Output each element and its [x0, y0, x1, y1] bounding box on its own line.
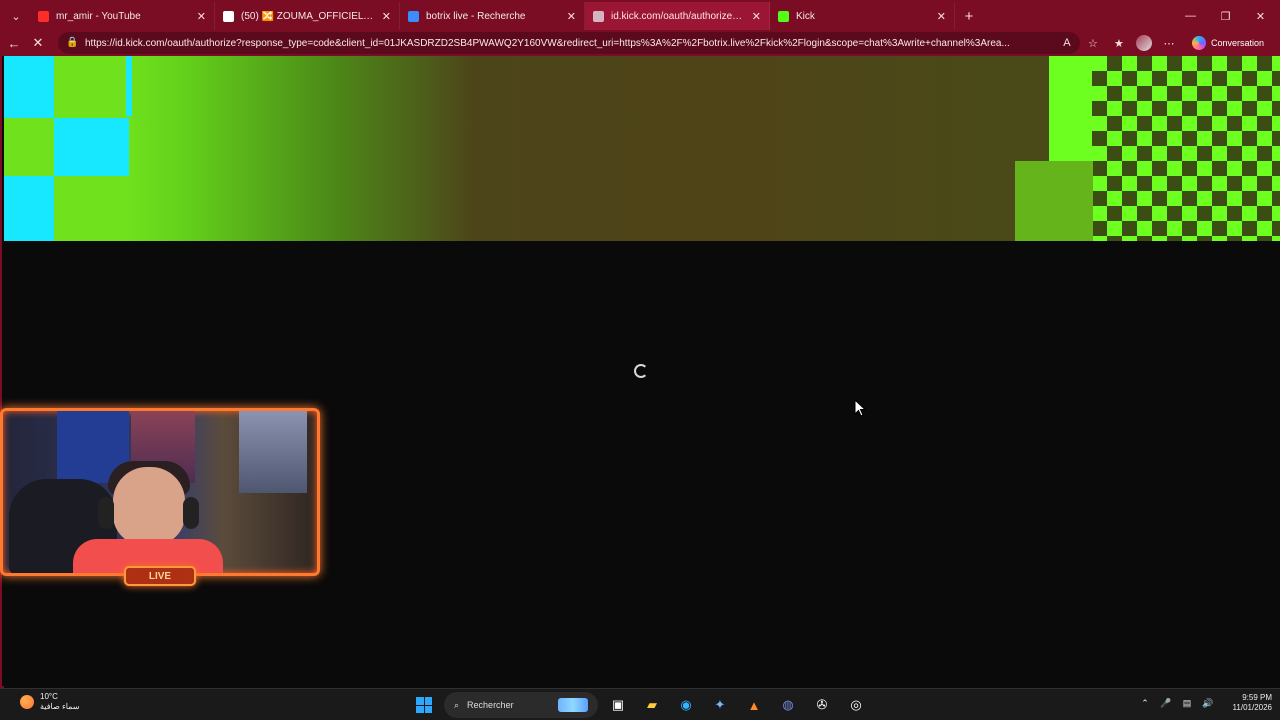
weather-widget[interactable]: 10°C سماء صافية	[20, 692, 80, 712]
tab-title: botrix live - Recherche	[426, 10, 526, 22]
tab-kick[interactable]: Kick ✕	[770, 2, 955, 30]
loading-spinner-icon	[634, 364, 648, 378]
favorite-star-icon[interactable]: ☆	[1084, 34, 1102, 52]
search-icon	[408, 10, 419, 22]
page-content	[4, 56, 1280, 688]
search-label: Rechercher	[467, 700, 514, 710]
tab-youtube[interactable]: mr_amir - YouTube ✕	[30, 2, 215, 30]
loading-icon	[593, 10, 604, 22]
clock-date: 11/01/2026	[1232, 703, 1272, 712]
headset-icon	[183, 497, 199, 529]
cyan-pattern	[4, 56, 134, 241]
stop-loading-icon[interactable]: ✕	[26, 31, 50, 55]
search-highlight-icon	[558, 698, 588, 712]
file-explorer-icon[interactable]: ▰	[638, 691, 666, 719]
app-icon[interactable]: ▲	[740, 691, 768, 719]
close-icon[interactable]: ✕	[197, 10, 206, 23]
lock-icon: 🔒	[66, 37, 79, 48]
webcam-overlay	[0, 408, 320, 576]
clock[interactable]: 9:59 PM 11/01/2026	[1222, 693, 1272, 713]
clock-time: 9:59 PM	[1242, 693, 1272, 702]
discord-icon[interactable]: ◍	[774, 691, 802, 719]
tab-kick-oauth[interactable]: id.kick.com/oauth/authorize?resp... ✕	[585, 2, 770, 30]
copilot-taskbar-icon[interactable]: ✦	[706, 691, 734, 719]
new-tab-icon[interactable]: +	[955, 8, 983, 25]
system-tray: ⌃ 🎤 ▤ 🔊 9:59 PM 11/01/2026	[1138, 693, 1272, 713]
tab-title: Kick	[796, 10, 815, 22]
chevron-up-icon[interactable]: ⌃	[1138, 696, 1152, 710]
minimize-icon[interactable]: —	[1173, 2, 1208, 30]
weather-icon	[20, 695, 34, 709]
copilot-button[interactable]: Conversation	[1186, 33, 1270, 53]
close-window-icon[interactable]: ✕	[1243, 2, 1278, 30]
copilot-icon	[1191, 36, 1206, 50]
poster-image	[239, 411, 307, 493]
mouse-cursor-icon	[854, 399, 866, 417]
navigation-bar: ← ✕ 🔒 https://id.kick.com/oauth/authoriz…	[2, 30, 1278, 56]
tab-tiktok[interactable]: (50) 🔀 ZOUMA_OFFICIEL (@zou... ✕	[215, 2, 400, 30]
headset-icon	[98, 497, 114, 529]
tiktok-icon	[223, 10, 234, 22]
kick-icon	[778, 10, 789, 22]
weather-text: 10°C سماء صافية	[40, 692, 80, 712]
read-aloud-icon[interactable]: A	[1058, 34, 1076, 52]
taskbar-search[interactable]: ⌕ Rechercher	[444, 692, 598, 718]
microphone-icon[interactable]: 🎤	[1159, 696, 1173, 710]
tab-botrix-search[interactable]: botrix live - Recherche ✕	[400, 2, 585, 30]
browser-tools: A ☆ ★ ⋯ Conversation	[1058, 30, 1278, 56]
copilot-label: Conversation	[1210, 38, 1264, 48]
live-badge: LIVE	[124, 566, 196, 586]
favorites-icon[interactable]: ★	[1110, 34, 1128, 52]
restore-icon[interactable]: ❐	[1208, 2, 1243, 30]
green-square	[1015, 161, 1093, 241]
person-face	[113, 467, 185, 545]
edge-icon[interactable]: ◉	[672, 691, 700, 719]
back-icon[interactable]: ←	[2, 31, 26, 55]
address-bar[interactable]: 🔒 https://id.kick.com/oauth/authorize?re…	[58, 32, 1080, 54]
close-icon[interactable]: ✕	[382, 10, 391, 23]
taskbar-apps: ⌕ Rechercher ▣ ▰ ◉ ✦ ▲ ◍ ✇ ◎	[410, 691, 870, 719]
close-icon[interactable]: ✕	[752, 10, 761, 23]
steam-icon[interactable]: ✇	[808, 691, 836, 719]
search-icon: ⌕	[454, 699, 460, 710]
windows-taskbar: 10°C سماء صافية ⌕ Rechercher ▣ ▰ ◉ ✦ ▲ ◍…	[0, 688, 1280, 720]
close-icon[interactable]: ✕	[567, 10, 576, 23]
more-options-icon[interactable]: ⋯	[1160, 34, 1178, 52]
start-icon[interactable]	[410, 691, 438, 719]
profile-avatar[interactable]	[1135, 35, 1152, 51]
tab-strip: ⌄ mr_amir - YouTube ✕ (50) 🔀 ZOUMA_OFFIC…	[2, 2, 1278, 30]
network-icon[interactable]: ▤	[1180, 696, 1194, 710]
url-text[interactable]: https://id.kick.com/oauth/authorize?resp…	[85, 38, 1072, 49]
weather-description: سماء صافية	[40, 702, 80, 711]
stream-banner	[4, 56, 1280, 241]
tab-title: mr_amir - YouTube	[56, 10, 141, 22]
checkered-pattern	[1092, 56, 1280, 241]
close-icon[interactable]: ✕	[937, 10, 946, 23]
temperature: 10°C	[40, 692, 58, 701]
volume-icon[interactable]: 🔊	[1201, 696, 1215, 710]
tab-title: (50) 🔀 ZOUMA_OFFICIEL (@zou...	[241, 10, 376, 22]
chrome-icon[interactable]: ◎	[842, 691, 870, 719]
tab-title: id.kick.com/oauth/authorize?resp...	[611, 10, 746, 22]
tab-actions-menu-icon[interactable]: ⌄	[2, 2, 30, 30]
task-view-icon[interactable]: ▣	[604, 691, 632, 719]
windows-logo-icon	[416, 697, 432, 713]
youtube-icon	[38, 10, 49, 22]
window-controls: — ❐ ✕	[1173, 2, 1278, 30]
